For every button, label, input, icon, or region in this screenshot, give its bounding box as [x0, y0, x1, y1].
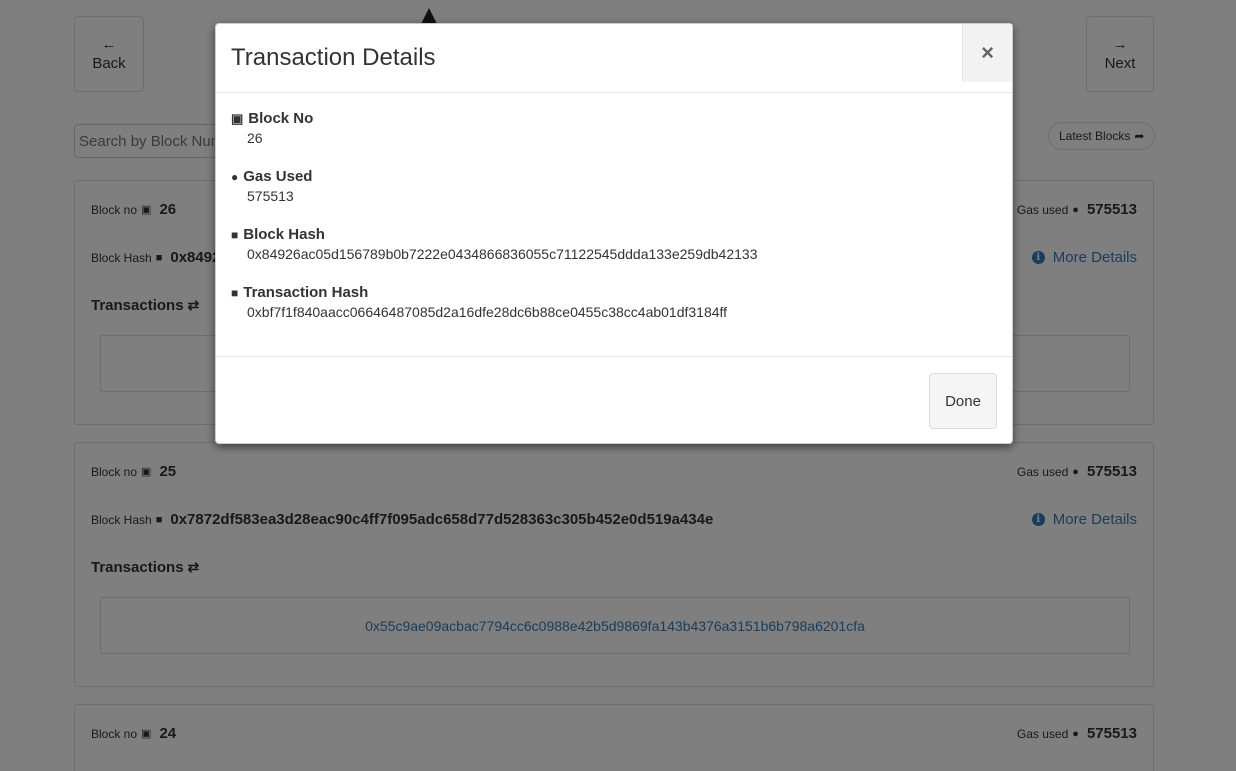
lock-icon: ■ — [231, 227, 239, 242]
modal-footer: Done — [216, 356, 1012, 445]
field-label: Gas Used — [243, 168, 313, 185]
close-icon[interactable]: × — [962, 24, 1012, 82]
modal-header: Transaction Details × — [216, 24, 1012, 93]
block-explorer-page: ← Back → Next Latest Blocks ➦ Block no ▣… — [0, 0, 1236, 771]
transaction-details-modal: Transaction Details × ▣ Block No 26 ● Ga… — [215, 23, 1013, 444]
lock-icon: ■ — [231, 285, 239, 300]
modal-title: Transaction Details — [231, 44, 436, 71]
fire-icon: ● — [231, 169, 239, 184]
field-label: Block Hash — [243, 226, 325, 243]
block-hash-field: ■ Block Hash 0x84926ac05d156789b0b7222e0… — [231, 226, 758, 262]
field-label: Transaction Hash — [243, 284, 369, 301]
field-value: 0x84926ac05d156789b0b7222e0434866836055c… — [247, 246, 758, 262]
gas-used-field: ● Gas Used 575513 — [231, 168, 312, 204]
done-button[interactable]: Done — [929, 373, 997, 429]
field-value: 575513 — [247, 188, 294, 204]
field-label: Block No — [248, 110, 314, 127]
transaction-hash-field: ■ Transaction Hash 0xbf7f1f840aacc066464… — [231, 284, 727, 320]
block-no-field: ▣ Block No 26 — [231, 110, 313, 146]
field-value: 26 — [247, 130, 263, 146]
field-value: 0xbf7f1f840aacc06646487085d2a16dfe28dc6b… — [247, 304, 728, 320]
cube-icon: ▣ — [231, 110, 244, 126]
